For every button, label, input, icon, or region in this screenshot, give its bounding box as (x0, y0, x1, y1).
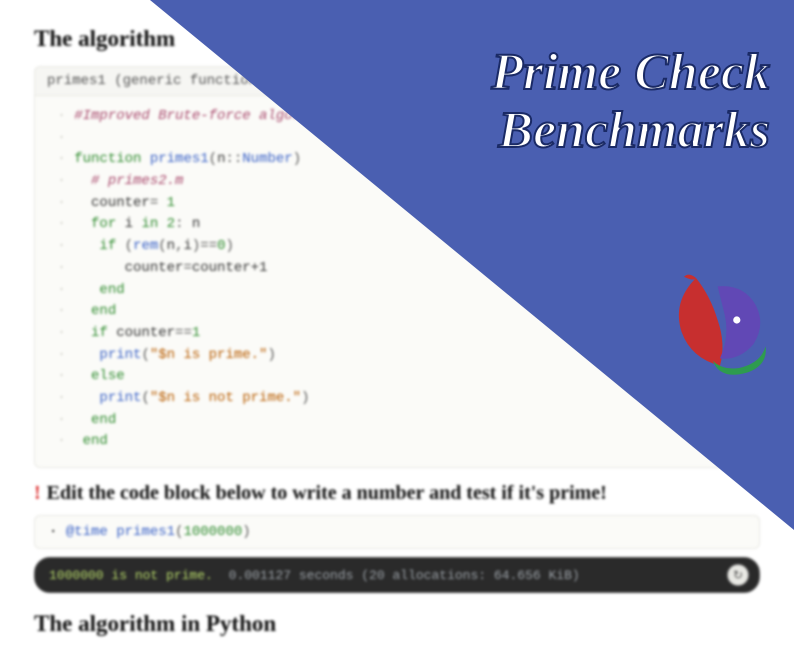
time-macro: @time (66, 524, 108, 540)
code-comment: #Improved Brute-force algorithm (74, 108, 334, 124)
section-title-algorithm: The algorithm (34, 26, 760, 52)
keyword-function: function (74, 151, 141, 167)
reload-icon[interactable]: ↻ (727, 564, 749, 586)
time-arg: 1000000 (183, 524, 242, 540)
time-code-block[interactable]: · @time primes1(1000000) (34, 515, 760, 549)
instruction-text: Edit the code block below to write a num… (47, 482, 607, 504)
terminal-output: 1000000 is not prime. 0.001127 seconds (… (34, 557, 760, 593)
function-name: primes1 (150, 151, 209, 167)
julia-code-block: · #Improved Brute-force algorithm · · fu… (34, 96, 760, 468)
julia-function-signature: primes1 (generic function with 1 method) (34, 66, 760, 96)
edit-instruction: ! Edit the code block below to write a nu… (34, 482, 760, 505)
terminal-result: 1000000 is not prime. (49, 568, 213, 583)
terminal-timing: 0.001127 seconds (20 allocations: 64.656… (229, 568, 580, 583)
section-title-python: The algorithm in Python (34, 611, 760, 637)
time-call: primes1 (116, 524, 175, 540)
exclamation-icon: ! (34, 482, 41, 504)
document-page: The algorithm primes1 (generic function … (0, 0, 794, 645)
